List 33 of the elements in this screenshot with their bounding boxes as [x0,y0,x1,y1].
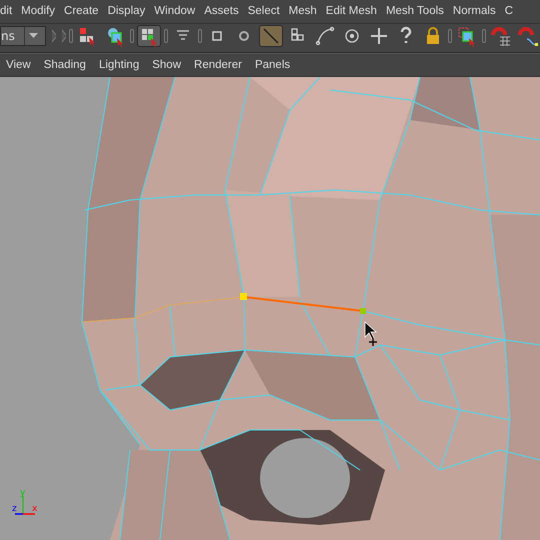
menu-item[interactable]: Mesh [288,5,317,18]
panel-menu-item[interactable]: View [6,59,31,72]
tool-button[interactable] [136,24,161,47]
panel-menu-item[interactable]: Lighting [98,59,140,72]
menu-item[interactable]: dit [0,5,12,18]
panel-menu-item[interactable]: Show [152,59,182,72]
magnet-grid-icon [490,24,512,47]
menu-item[interactable]: C [504,5,514,18]
menu-item[interactable]: Normals [452,5,496,18]
menu-item[interactable]: Assets [204,5,239,18]
y-axis-label: y [20,488,26,498]
menu-item[interactable]: Window [154,5,196,18]
menu-item[interactable]: Modify [21,5,56,18]
select-box-icon [456,24,478,47]
menu-item[interactable]: Select [248,5,280,18]
menu-item[interactable]: Mesh Tools [386,5,444,18]
curve-icon [314,24,336,47]
magnet-curve-icon [516,24,539,47]
menu-item[interactable]: Display [108,5,146,18]
caret-icon [29,33,38,38]
tool-button[interactable] [516,24,540,47]
x-axis-label: x [32,504,38,514]
tool-button[interactable] [488,24,513,47]
menu-item[interactable]: Edit Mesh [326,5,377,18]
panel-menu-item[interactable]: Renderer [194,59,242,72]
mouse-pointer-icon [364,321,380,347]
z-axis-label: z [12,504,17,514]
dropdown-value: ns [1,28,15,43]
menu-item[interactable]: Create [64,5,99,18]
panel-menu-item[interactable]: Panels [254,59,290,72]
axis-lines-drawing [15,496,35,515]
mode-dropdown[interactable]: ns [0,26,46,46]
panel-menu-item[interactable]: Shading [44,59,86,72]
